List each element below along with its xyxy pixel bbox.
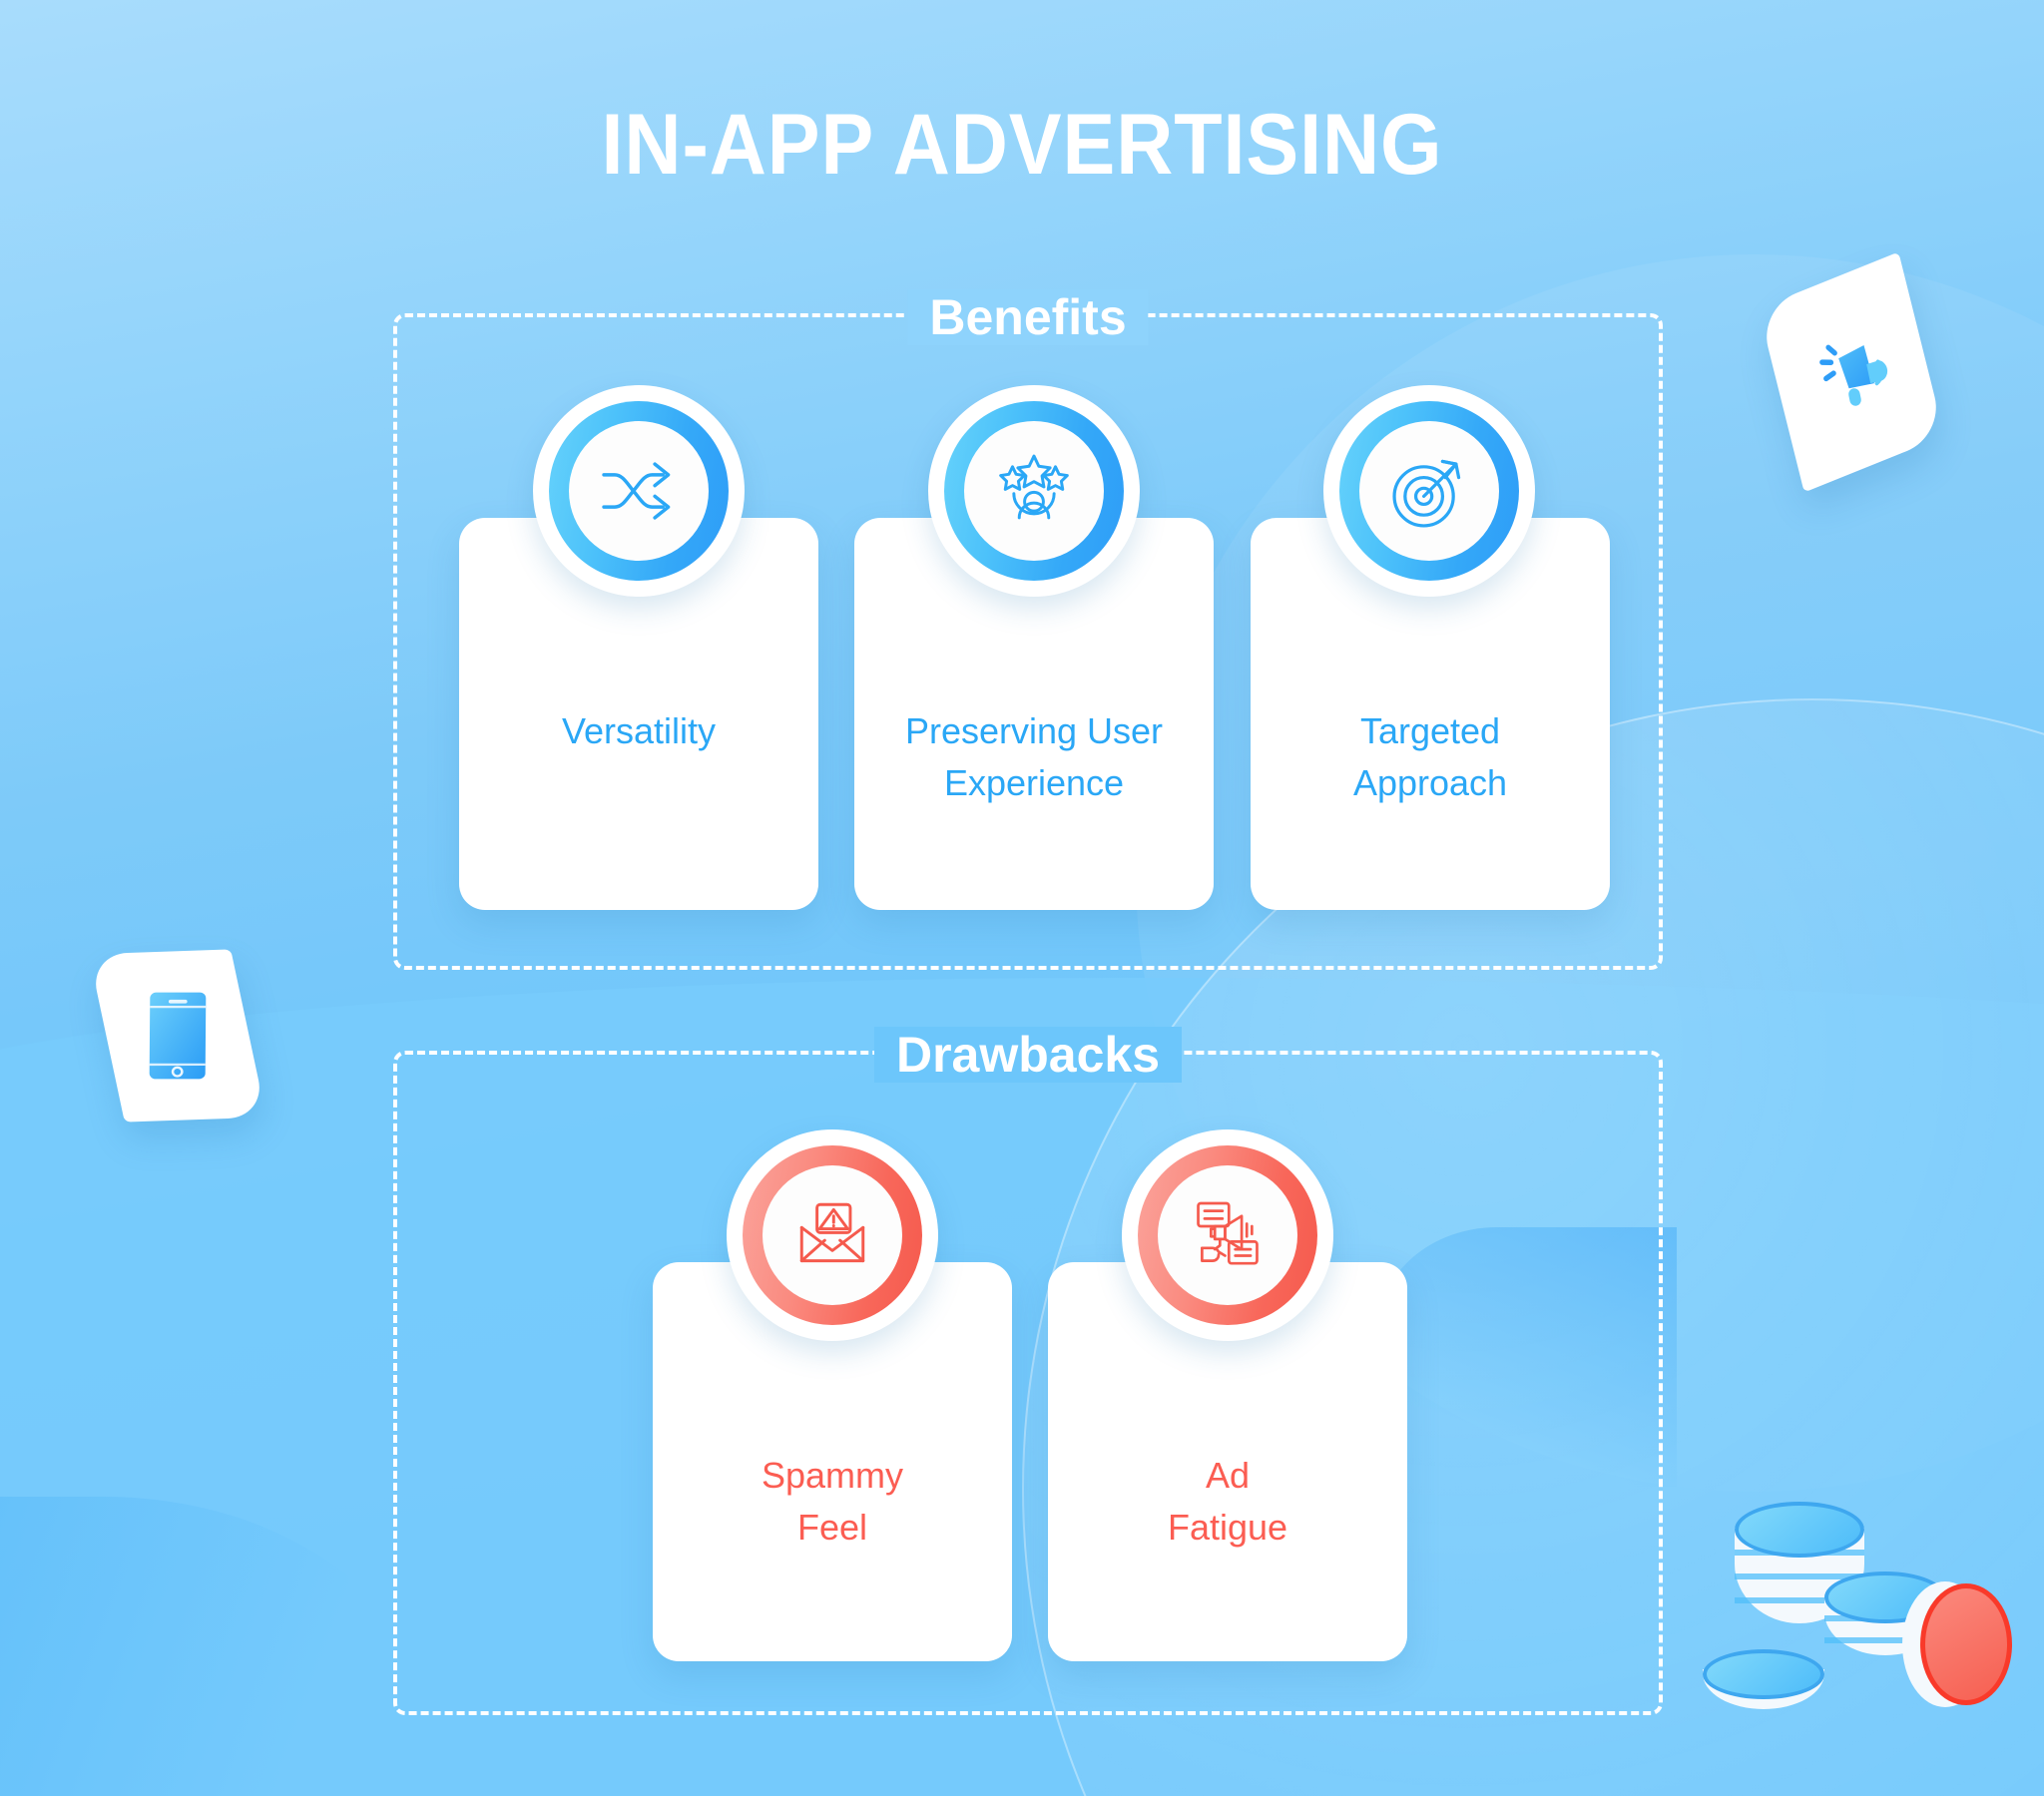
- target-bullseye-arrow-icon: [1392, 459, 1461, 528]
- benefit-card-label: Versatility: [561, 710, 717, 751]
- coin-flat: [1703, 1649, 1824, 1731]
- benefits-section-heading: Benefits: [907, 283, 1149, 351]
- icon-ring: [549, 401, 729, 581]
- drawbacks-section: Drawbacks: [393, 1027, 1663, 1715]
- icon-inner-disc: [763, 1165, 902, 1305]
- page-title: IN-APP ADVERTISING: [601, 97, 1443, 193]
- icon-inner-disc: [569, 421, 709, 561]
- infographic-canvas: IN-APP ADVERTISING Benefits Versatility …: [0, 0, 2044, 1796]
- hand-megaphone-messages-icon: [1197, 1201, 1259, 1265]
- drawback-card-label: Spammy Feel: [761, 1455, 904, 1548]
- shuffle-arrows-icon-badge: [533, 385, 745, 597]
- target-bullseye-arrow-icon-badge: [1323, 385, 1535, 597]
- drawback-card-label: Ad Fatigue: [1167, 1455, 1288, 1548]
- drawbacks-section-heading: Drawbacks: [873, 1021, 1183, 1089]
- icon-ring: [1339, 401, 1519, 581]
- user-rating-stars-icon: [999, 454, 1069, 520]
- coin-red-standing: [1902, 1581, 2014, 1707]
- benefit-card-label: Preserving User Experience: [904, 710, 1164, 803]
- user-rating-stars-icon-badge: [928, 385, 1140, 597]
- icon-ring: [944, 401, 1124, 581]
- icon-inner-disc: [964, 421, 1104, 561]
- icon-inner-disc: [1158, 1165, 1297, 1305]
- icon-ring: [1138, 1145, 1317, 1325]
- hand-megaphone-messages-icon-badge: [1122, 1129, 1333, 1341]
- coins-group: [1697, 1502, 2026, 1791]
- smartphone-icon: [149, 992, 207, 1080]
- icon-ring: [743, 1145, 922, 1325]
- shuffle-arrows-icon: [602, 462, 671, 520]
- envelope-warning-icon: [799, 1202, 865, 1263]
- icon-inner-disc: [1359, 421, 1499, 561]
- envelope-warning-icon-badge: [727, 1129, 938, 1341]
- megaphone-icon: [1819, 344, 1888, 406]
- benefit-card-label: Targeted Approach: [1352, 710, 1508, 803]
